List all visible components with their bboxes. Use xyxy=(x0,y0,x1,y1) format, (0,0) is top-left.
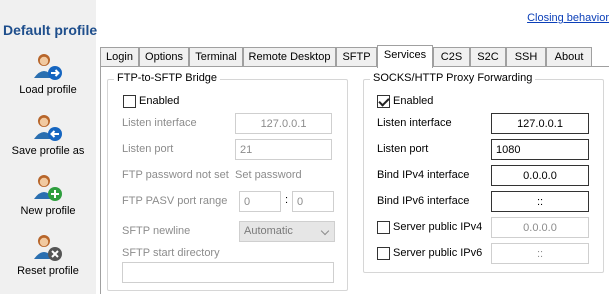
user-new-icon xyxy=(34,175,62,201)
ftp-listen-port-label: Listen port xyxy=(122,143,174,155)
ftp-pasv-to-field[interactable] xyxy=(292,191,334,212)
server-ipv6-checkbox[interactable] xyxy=(377,247,390,260)
reset-profile-label: Reset profile xyxy=(17,265,79,277)
tab-ssh[interactable]: SSH xyxy=(506,47,546,67)
sftp-start-dir-field[interactable] xyxy=(122,262,334,283)
bind-ipv4-label: Bind IPv4 interface xyxy=(377,169,470,181)
socks-listen-port-field[interactable] xyxy=(491,139,589,160)
new-profile-label: New profile xyxy=(20,205,76,217)
server-ipv4-label: Server public IPv4 xyxy=(393,221,483,233)
load-profile-label: Load profile xyxy=(19,84,77,96)
ftp-listen-interface-label: Listen interface xyxy=(122,117,197,129)
save-profile-as-label: Save profile as xyxy=(11,145,85,157)
tab-c2s[interactable]: C2S xyxy=(433,47,470,67)
services-tab-panel: FTP-to-SFTP Bridge Enabled Listen interf… xyxy=(100,66,609,294)
ftp-bridge-title: FTP-to-SFTP Bridge xyxy=(114,72,221,84)
socks-listen-interface-field[interactable] xyxy=(491,113,589,134)
sftp-start-dir-label: SFTP start directory xyxy=(122,247,220,259)
bind-ipv6-field[interactable] xyxy=(491,191,589,212)
tab-terminal[interactable]: Terminal xyxy=(189,47,243,67)
new-profile-button[interactable]: New profile xyxy=(0,173,96,231)
tab-options[interactable]: Options xyxy=(139,47,189,67)
ftp-password-status: FTP password not set xyxy=(122,169,229,181)
ftp-listen-port-field[interactable] xyxy=(235,139,332,160)
load-profile-button[interactable]: Load profile xyxy=(0,52,96,110)
socks-enabled-label: Enabled xyxy=(393,95,434,107)
pasv-separator: : xyxy=(285,194,289,206)
socks-enabled-checkbox[interactable] xyxy=(377,95,390,108)
page-title: Default profile xyxy=(3,22,98,38)
socks-listen-port-label: Listen port xyxy=(377,143,429,155)
ftp-pasv-from-field[interactable] xyxy=(239,191,281,212)
user-load-icon xyxy=(34,54,62,80)
server-ipv4-field[interactable] xyxy=(491,217,589,238)
server-ipv6-field[interactable] xyxy=(491,243,589,264)
chevron-down-icon xyxy=(320,226,330,236)
bind-ipv4-field[interactable] xyxy=(491,165,589,186)
sftp-newline-select[interactable]: Automatic xyxy=(239,221,335,242)
ftp-enabled-label: Enabled xyxy=(139,95,180,107)
tab-sftp[interactable]: SFTP xyxy=(336,47,377,67)
tab-about[interactable]: About xyxy=(546,47,592,67)
sftp-newline-label: SFTP newline xyxy=(122,225,191,237)
tab-bar: Login Options Terminal Remote Desktop SF… xyxy=(100,45,609,68)
user-save-icon xyxy=(34,115,62,141)
user-reset-icon xyxy=(34,235,62,261)
socks-listen-interface-label: Listen interface xyxy=(377,117,452,129)
socks-proxy-title: SOCKS/HTTP Proxy Forwarding xyxy=(370,72,536,84)
sftp-newline-value: Automatic xyxy=(244,225,293,237)
reset-profile-button[interactable]: Reset profile xyxy=(0,233,96,291)
server-ipv4-checkbox[interactable] xyxy=(377,221,390,234)
ftp-bridge-group: FTP-to-SFTP Bridge Enabled Listen interf… xyxy=(107,72,348,291)
tab-login[interactable]: Login xyxy=(100,47,139,67)
ftp-pasv-label: FTP PASV port range xyxy=(122,195,228,207)
ftp-listen-interface-field[interactable] xyxy=(235,113,332,134)
set-password-button[interactable]: Set password xyxy=(235,169,302,181)
tab-services[interactable]: Services xyxy=(377,45,433,68)
ftp-enabled-checkbox[interactable] xyxy=(123,95,136,108)
server-ipv6-label: Server public IPv6 xyxy=(393,247,483,259)
save-profile-as-button[interactable]: Save profile as xyxy=(0,113,96,171)
closing-behavior-link[interactable]: Closing behavior xyxy=(527,12,609,24)
tab-remote-desktop[interactable]: Remote Desktop xyxy=(243,47,336,67)
socks-proxy-group: SOCKS/HTTP Proxy Forwarding Enabled List… xyxy=(363,72,604,273)
tab-s2c[interactable]: S2C xyxy=(470,47,506,67)
bind-ipv6-label: Bind IPv6 interface xyxy=(377,195,470,207)
